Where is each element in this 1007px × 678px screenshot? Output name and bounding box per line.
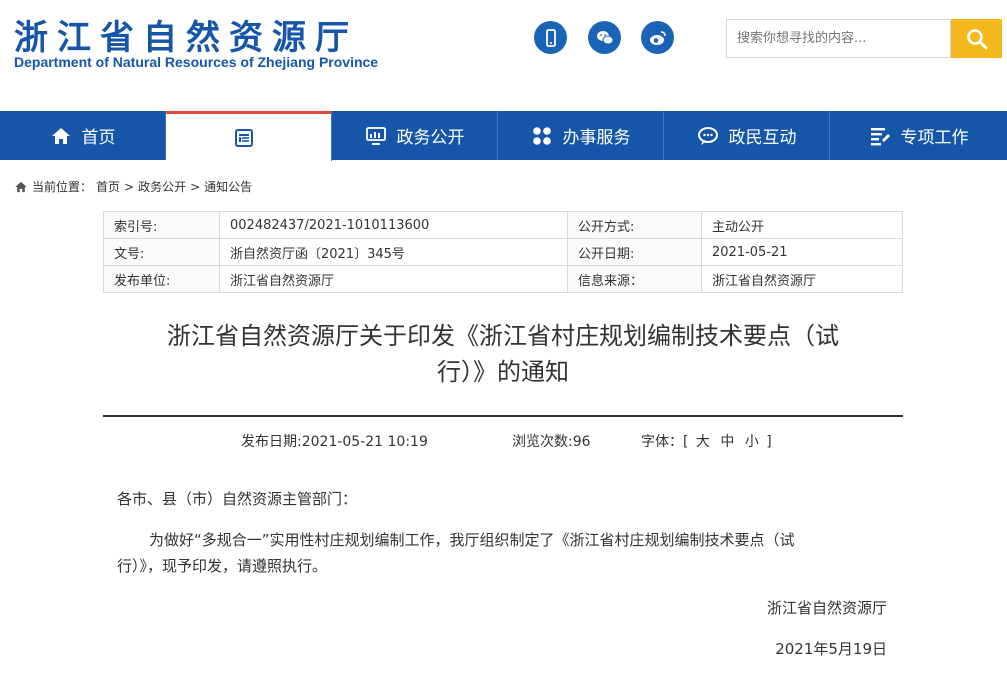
monitor-icon xyxy=(365,126,386,145)
site-logo-cn[interactable]: 浙江省自然资源厅 xyxy=(14,10,358,59)
meta-value: 主动公开 xyxy=(701,211,903,239)
site-logo-en[interactable]: Department of Natural Resources of Zheji… xyxy=(14,54,378,70)
nav-item-label: 首页 xyxy=(81,128,116,148)
font-large-button[interactable]: 大 xyxy=(696,434,710,450)
table-row: 文号: 浙自然资厅函〔2021〕345号 公开日期: 2021-05-21 xyxy=(103,238,903,266)
breadcrumb-separator: > xyxy=(190,179,201,194)
site-header: 浙江省自然资源厅 Department of Natural Resources… xyxy=(0,0,1007,110)
font-small-button[interactable]: 小 xyxy=(745,434,759,450)
grid-icon xyxy=(532,126,551,145)
document-meta-table: 索引号: 002482437/2021-1010113600 公开方式: 主动公… xyxy=(103,211,903,293)
meta-key: 公开方式: xyxy=(567,211,702,239)
nav-item-document[interactable] xyxy=(166,111,332,161)
nav-item-label: 专项工作 xyxy=(900,128,969,148)
meta-value: 浙江省自然资源厅 xyxy=(701,265,903,293)
font-size-control: 字体：[ 大 中 小 ] xyxy=(641,431,772,451)
nav-item-services[interactable]: 办事服务 xyxy=(498,111,664,160)
nav-item-interaction[interactable]: 政民互动 xyxy=(664,111,830,160)
sign-date: 2021年5月19日 xyxy=(775,640,887,658)
meta-value: 2021-05-21 xyxy=(701,238,903,266)
salutation: 各市、县（市）自然资源主管部门： xyxy=(117,490,358,508)
font-size-label: 字体：[ xyxy=(641,434,689,450)
title-line: 行）》的通知 xyxy=(437,358,569,386)
meta-key: 公开日期: xyxy=(567,238,702,266)
list-icon xyxy=(870,127,890,145)
body-line: 为做好“多规合一”实用性村庄规划编制工作，我厅组织制定了《浙江省村庄规划编制技术… xyxy=(149,531,795,549)
body-paragraph: 为做好“多规合一”实用性村庄规划编制工作，我厅组织制定了《浙江省村庄规划编制技术… xyxy=(117,527,857,579)
breadcrumb-link-notice[interactable]: 通知公告 xyxy=(204,178,252,195)
nav-item-label: 办事服务 xyxy=(562,128,631,148)
table-row: 索引号: 002482437/2021-1010113600 公开方式: 主动公… xyxy=(103,211,903,239)
meta-value: 浙江省自然资源厅 xyxy=(219,265,568,293)
home-icon xyxy=(15,181,27,192)
meta-key: 索引号: xyxy=(103,211,220,239)
home-icon xyxy=(51,127,70,144)
view-count: 浏览次数:96 xyxy=(512,434,591,450)
meta-value: 浙自然资厅函〔2021〕345号 xyxy=(219,238,568,266)
meta-key: 信息来源： xyxy=(567,265,702,293)
font-size-end: ] xyxy=(766,434,772,450)
title-line: 浙江省自然资源厅关于印发《浙江省村庄规划编制技术要点（试 xyxy=(167,322,839,350)
signer: 浙江省自然资源厅 xyxy=(766,599,887,617)
breadcrumb-link-home[interactable]: 首页 xyxy=(96,178,120,195)
publish-date: 发布日期:2021-05-21 10:19 xyxy=(241,434,428,450)
search-icon xyxy=(966,28,987,49)
nav-item-label: 政民互动 xyxy=(728,128,797,148)
meta-key: 发布单位: xyxy=(103,265,220,293)
breadcrumb-prefix: 当前位置： xyxy=(32,180,93,194)
title-divider xyxy=(103,415,903,417)
body-line: 行）》，现予印发，请遵照执行。 xyxy=(117,557,328,575)
breadcrumb: 当前位置： 首页 > 政务公开 > 通知公告 xyxy=(14,178,252,195)
breadcrumb-link-gov-open[interactable]: 政务公开 xyxy=(138,178,186,195)
mobile-icon[interactable] xyxy=(534,21,567,54)
wechat-icon[interactable] xyxy=(588,21,621,54)
breadcrumb-separator: > xyxy=(124,179,135,194)
font-medium-button[interactable]: 中 xyxy=(720,434,734,450)
meta-value: 002482437/2021-1010113600 xyxy=(219,211,568,239)
search-input[interactable] xyxy=(726,19,951,58)
nav-item-gov-open[interactable]: 政务公开 xyxy=(332,111,498,160)
document-icon xyxy=(234,128,253,147)
page-title: 浙江省自然资源厅关于印发《浙江省村庄规划编制技术要点（试 行）》的通知 xyxy=(103,318,903,390)
nav-item-special[interactable]: 专项工作 xyxy=(830,111,1007,160)
search-button[interactable] xyxy=(951,19,1002,58)
nav-item-home[interactable]: 首页 xyxy=(0,111,166,160)
nav-item-label: 政务公开 xyxy=(396,128,465,148)
main-nav: 首页 政务公开 办事服务 政民互动 专项工作 xyxy=(0,111,1007,161)
weibo-icon[interactable] xyxy=(641,21,674,54)
meta-key: 文号: xyxy=(103,238,220,266)
table-row: 发布单位: 浙江省自然资源厅 信息来源： 浙江省自然资源厅 xyxy=(103,265,903,293)
chat-icon xyxy=(697,126,718,145)
